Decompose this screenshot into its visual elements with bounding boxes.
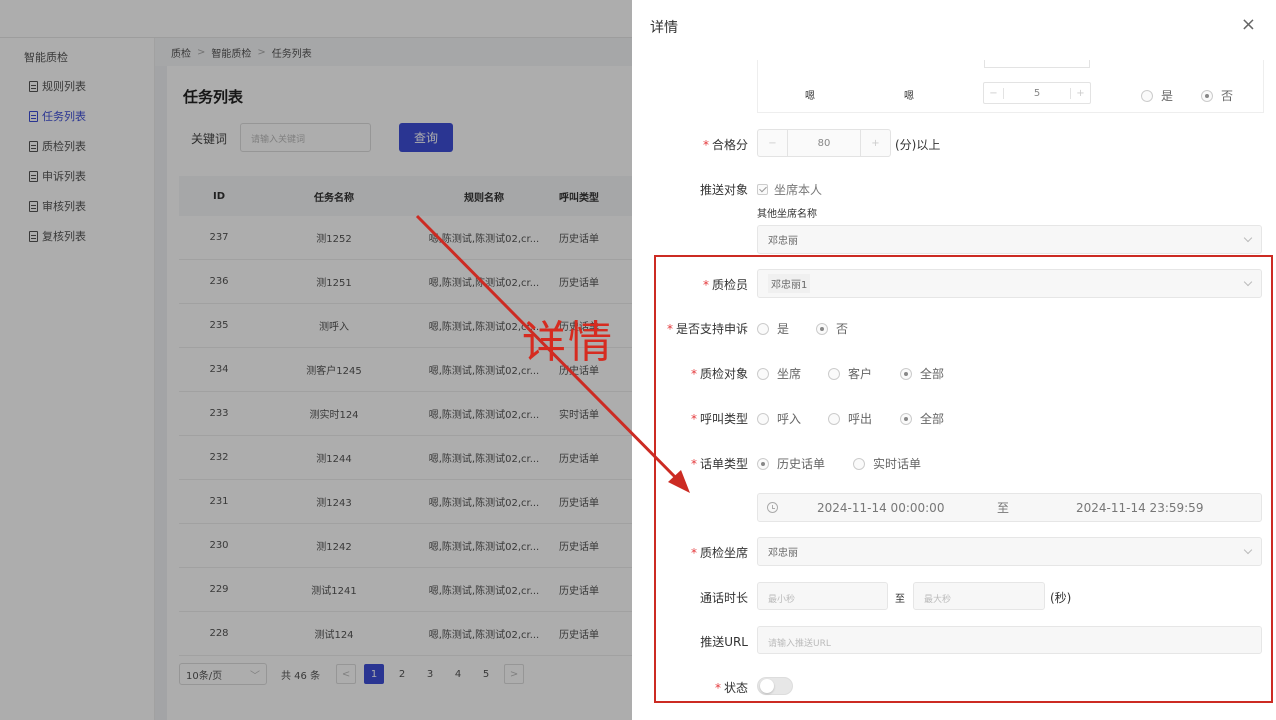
agent-self-checkbox[interactable]: 坐席本人 <box>757 181 822 198</box>
other-agent-label: 其他坐席名称 <box>757 209 817 220</box>
plus-icon[interactable]: + <box>860 130 890 156</box>
chevron-down-icon <box>1243 233 1253 243</box>
pass-score-value: 80 <box>817 137 831 149</box>
radio-checked-icon <box>1201 89 1213 102</box>
radio-label: 否 <box>1221 89 1234 103</box>
rule-radio-no[interactable]: 否 <box>1201 87 1233 104</box>
drawer-title: 详情 <box>650 20 678 36</box>
rule-item-keyword: 嗯 <box>904 91 914 102</box>
required-mark: * <box>702 138 709 152</box>
rule-item-name: 嗯 <box>805 91 815 102</box>
highlight-box <box>654 255 1273 703</box>
other-agent-select[interactable]: 邓忠丽 <box>757 225 1262 254</box>
label-text: 合格分 <box>711 138 748 152</box>
pass-score-suffix: (分)以上 <box>895 138 941 152</box>
annotation-label: 详情 <box>522 317 614 368</box>
plus-icon[interactable]: + <box>1070 87 1090 99</box>
pass-score-label: * 合格分 <box>632 136 748 153</box>
select-value: 邓忠丽 <box>768 236 798 247</box>
rule-score-stepper[interactable]: − 5 + <box>983 82 1091 104</box>
checkbox-checked-icon <box>757 184 768 195</box>
close-icon[interactable]: × <box>1241 16 1256 34</box>
checkbox-label: 坐席本人 <box>774 183 823 197</box>
minus-icon[interactable]: − <box>758 130 788 156</box>
minus-icon[interactable]: − <box>984 87 1004 99</box>
rule-score-value: 5 <box>1033 87 1041 99</box>
push-target-label: 推送对象 <box>699 183 748 197</box>
radio-icon <box>1141 89 1153 102</box>
rule-radio-yes[interactable]: 是 <box>1141 87 1173 104</box>
rule-items-table: 嗯 嗯 − 5 + 是 否 <box>757 60 1264 113</box>
radio-label: 是 <box>1161 89 1174 103</box>
pass-score-stepper[interactable]: − 80 + <box>757 129 891 157</box>
